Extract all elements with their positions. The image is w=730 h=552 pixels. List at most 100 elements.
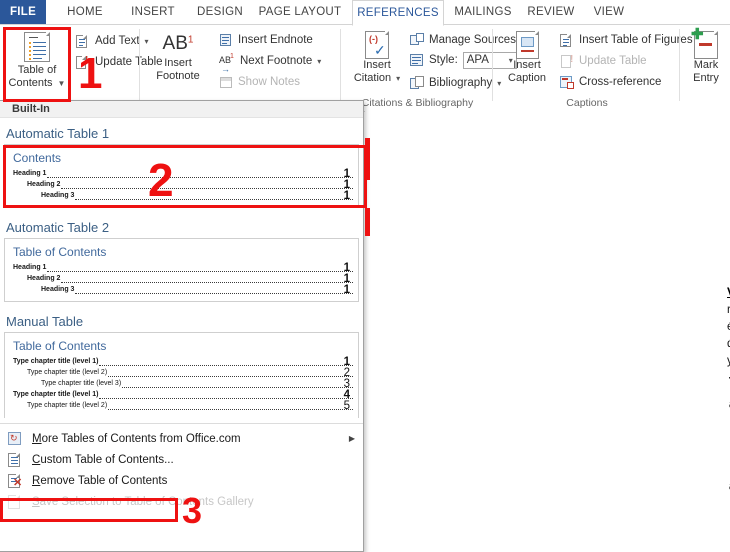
gallery-item-automatic-table-2[interactable]: Table of Contents Heading 11 Heading 21 … <box>4 238 359 302</box>
update-table-captions-label: Update Table <box>579 55 647 67</box>
menu-item-label: Save Selection to Table of Contents Gall… <box>32 495 254 508</box>
toc-preview-row: Type chapter title (level 1) 1 <box>13 356 353 368</box>
remove-toc-icon: ✕ <box>6 473 26 489</box>
tab-page-layout-label: PAGE LAYOUT <box>258 6 342 18</box>
ribbon-group-label-citations: Citations & Bibliography <box>361 97 474 109</box>
gallery-preview-heading: Table of Contents <box>13 245 107 259</box>
insert-table-of-figures-button[interactable]: Insert Table of Figures <box>560 31 693 49</box>
office-online-icon: ↻ <box>6 431 26 447</box>
tab-view-label: VIEW <box>593 6 625 18</box>
chevron-down-icon: ▾ <box>396 73 401 83</box>
next-footnote-label: Next Footnote <box>240 55 313 67</box>
tab-design[interactable]: DESIGN <box>190 0 250 25</box>
update-table-captions-button[interactable]: ! Update Table <box>560 52 647 70</box>
mark-entry-line1: Mark <box>693 59 719 71</box>
style-label: Style: <box>429 54 458 66</box>
menu-item-label: Custom Table of Contents... <box>32 453 174 466</box>
ribbon-group-captions: Insert Caption Insert Table of Figures ! <box>494 25 693 111</box>
toc-preview-row: Heading 31 <box>13 190 353 202</box>
menu-item-remove-table-of-contents[interactable]: ✕ Remove Table of Contents <box>0 470 363 491</box>
document-pane[interactable]: DÀN Ý MIÊU TẢ NHÂN VẬT TRUYỆN ở bài: giớ… <box>365 111 730 552</box>
manage-sources-icon <box>410 32 425 48</box>
chevron-down-icon: ▼ <box>57 78 66 88</box>
toc-preview-row: Heading 21 <box>13 179 353 191</box>
table-of-contents-button-line1: Table of <box>17 64 57 76</box>
insert-endnote-button[interactable]: Insert Endnote <box>219 31 313 49</box>
insert-citation-line2: Citation ▾ <box>353 71 401 84</box>
ribbon-group-table-of-contents: Table of Contents ▼ Add Text ▾ ! Update … <box>0 25 163 111</box>
tab-home[interactable]: HOME <box>56 0 114 25</box>
bibliography-button[interactable]: Bibliography ▾ <box>410 74 501 92</box>
table-of-contents-button-line2: Contents ▼ <box>8 76 66 89</box>
ribbon: Table of Contents ▼ Add Text ▾ ! Update … <box>0 25 730 112</box>
show-notes-button[interactable]: Show Notes <box>219 73 300 91</box>
gallery-item-automatic-table-1[interactable]: Contents Heading 11 Heading 21 Heading 3… <box>4 144 359 208</box>
cross-reference-label: Cross-reference <box>579 76 662 88</box>
menu-item-save-selection-to-table-of-contents-gallery[interactable]: Save Selection to Table of Contents Gall… <box>0 491 363 512</box>
add-text-icon <box>76 34 91 49</box>
style-combobox-value: APA <box>466 54 489 66</box>
toc-preview-row: Type chapter title (level 2) 2 <box>13 367 353 379</box>
ribbon-group-footnotes: AB1 Insert Footnote Insert Endnote AB 1 <box>141 25 341 111</box>
submenu-arrow-icon: ▶ <box>348 434 355 443</box>
show-notes-label: Show Notes <box>238 76 301 88</box>
update-table-icon: ! <box>76 55 91 70</box>
gallery-title-automatic-table-2: Automatic Table 2 <box>6 220 110 235</box>
gallery-title-automatic-table-1: Automatic Table 1 <box>6 126 110 141</box>
style-icon <box>410 53 425 68</box>
tab-mailings-label: MAILINGS <box>454 6 512 18</box>
add-text-button[interactable]: Add Text ▾ <box>76 32 149 50</box>
table-of-contents-icon <box>24 32 50 62</box>
toc-preview-row: Heading 11 <box>13 168 353 180</box>
insert-table-of-figures-icon <box>560 33 575 48</box>
tab-page-layout[interactable]: PAGE LAYOUT <box>256 0 344 25</box>
mark-entry-line2: Entry <box>693 71 719 84</box>
gallery-title-manual-table: Manual Table <box>6 314 84 329</box>
tab-insert[interactable]: INSERT <box>124 0 182 25</box>
tab-references[interactable]: REFERENCES <box>352 0 444 26</box>
cross-reference-icon <box>560 75 575 90</box>
tab-home-label: HOME <box>67 6 103 18</box>
toc-preview-row: Heading 31 <box>13 284 353 296</box>
tab-mailings[interactable]: MAILINGS <box>450 0 516 25</box>
toc-preview-row: Type chapter title (level 3) 3 <box>13 378 353 390</box>
mark-entry-button[interactable]: ✚ Mark Entry <box>675 27 730 84</box>
toc-preview-row: Heading 11 <box>13 262 353 274</box>
menu-item-label: Remove Table of Contents <box>32 474 168 487</box>
tab-review[interactable]: REVIEW <box>522 0 580 25</box>
cross-reference-button[interactable]: Cross-reference <box>560 73 661 91</box>
toc-preview-row: Type chapter title (level 1) 4 <box>13 389 353 401</box>
insert-citation-line1: Insert <box>363 59 391 71</box>
insert-caption-button[interactable]: Insert Caption <box>496 29 558 84</box>
insert-footnote-line1: Insert <box>164 57 192 69</box>
tab-review-label: REVIEW <box>527 6 575 18</box>
next-footnote-icon: AB 1 → <box>219 52 234 74</box>
insert-caption-line1: Insert <box>513 59 541 71</box>
tab-view[interactable]: VIEW <box>586 0 632 25</box>
toc-preview-row: Heading 21 <box>13 273 353 285</box>
insert-caption-icon <box>515 31 539 59</box>
insert-footnote-button[interactable]: AB1 Insert Footnote <box>147 31 209 82</box>
group-separator <box>139 29 140 101</box>
insert-footnote-line2: Footnote <box>156 69 200 82</box>
table-of-contents-button[interactable]: Table of Contents ▼ <box>6 29 68 90</box>
ribbon-group-label-captions: Captions <box>566 97 608 109</box>
table-of-contents-dropdown[interactable]: Built-In Automatic Table 1 Contents Head… <box>0 100 364 552</box>
ribbon-group-citations-bibliography: (-) ✓ Insert Citation ▾ Manage Sources S… <box>342 25 517 111</box>
group-separator <box>492 29 493 101</box>
gallery-section-header: Built-In <box>0 101 363 118</box>
gallery-item-manual-table[interactable]: Table of Contents Type chapter title (le… <box>4 332 359 418</box>
mark-entry-icon: ✚ <box>691 27 718 59</box>
tab-file-label: FILE <box>9 6 37 18</box>
insert-citation-icon: (-) ✓ <box>365 31 389 59</box>
insert-footnote-icon: AB1 <box>162 33 194 54</box>
menu-item-custom-table-of-contents[interactable]: Custom Table of Contents... <box>0 449 363 470</box>
update-table-icon: ! <box>560 54 575 69</box>
toc-preview-row: Type chapter title (level 2) 5 <box>13 400 353 412</box>
gallery-preview-heading: Contents <box>13 151 62 165</box>
menu-item-more-tables-of-contents-from-office-com[interactable]: ↻ More Tables of Contents from Office.co… <box>0 428 363 449</box>
next-footnote-button[interactable]: AB 1 → Next Footnote ▾ <box>219 52 321 74</box>
insert-citation-button[interactable]: (-) ✓ Insert Citation ▾ <box>346 29 408 85</box>
tab-file[interactable]: FILE <box>0 0 46 25</box>
custom-toc-icon <box>6 452 26 468</box>
